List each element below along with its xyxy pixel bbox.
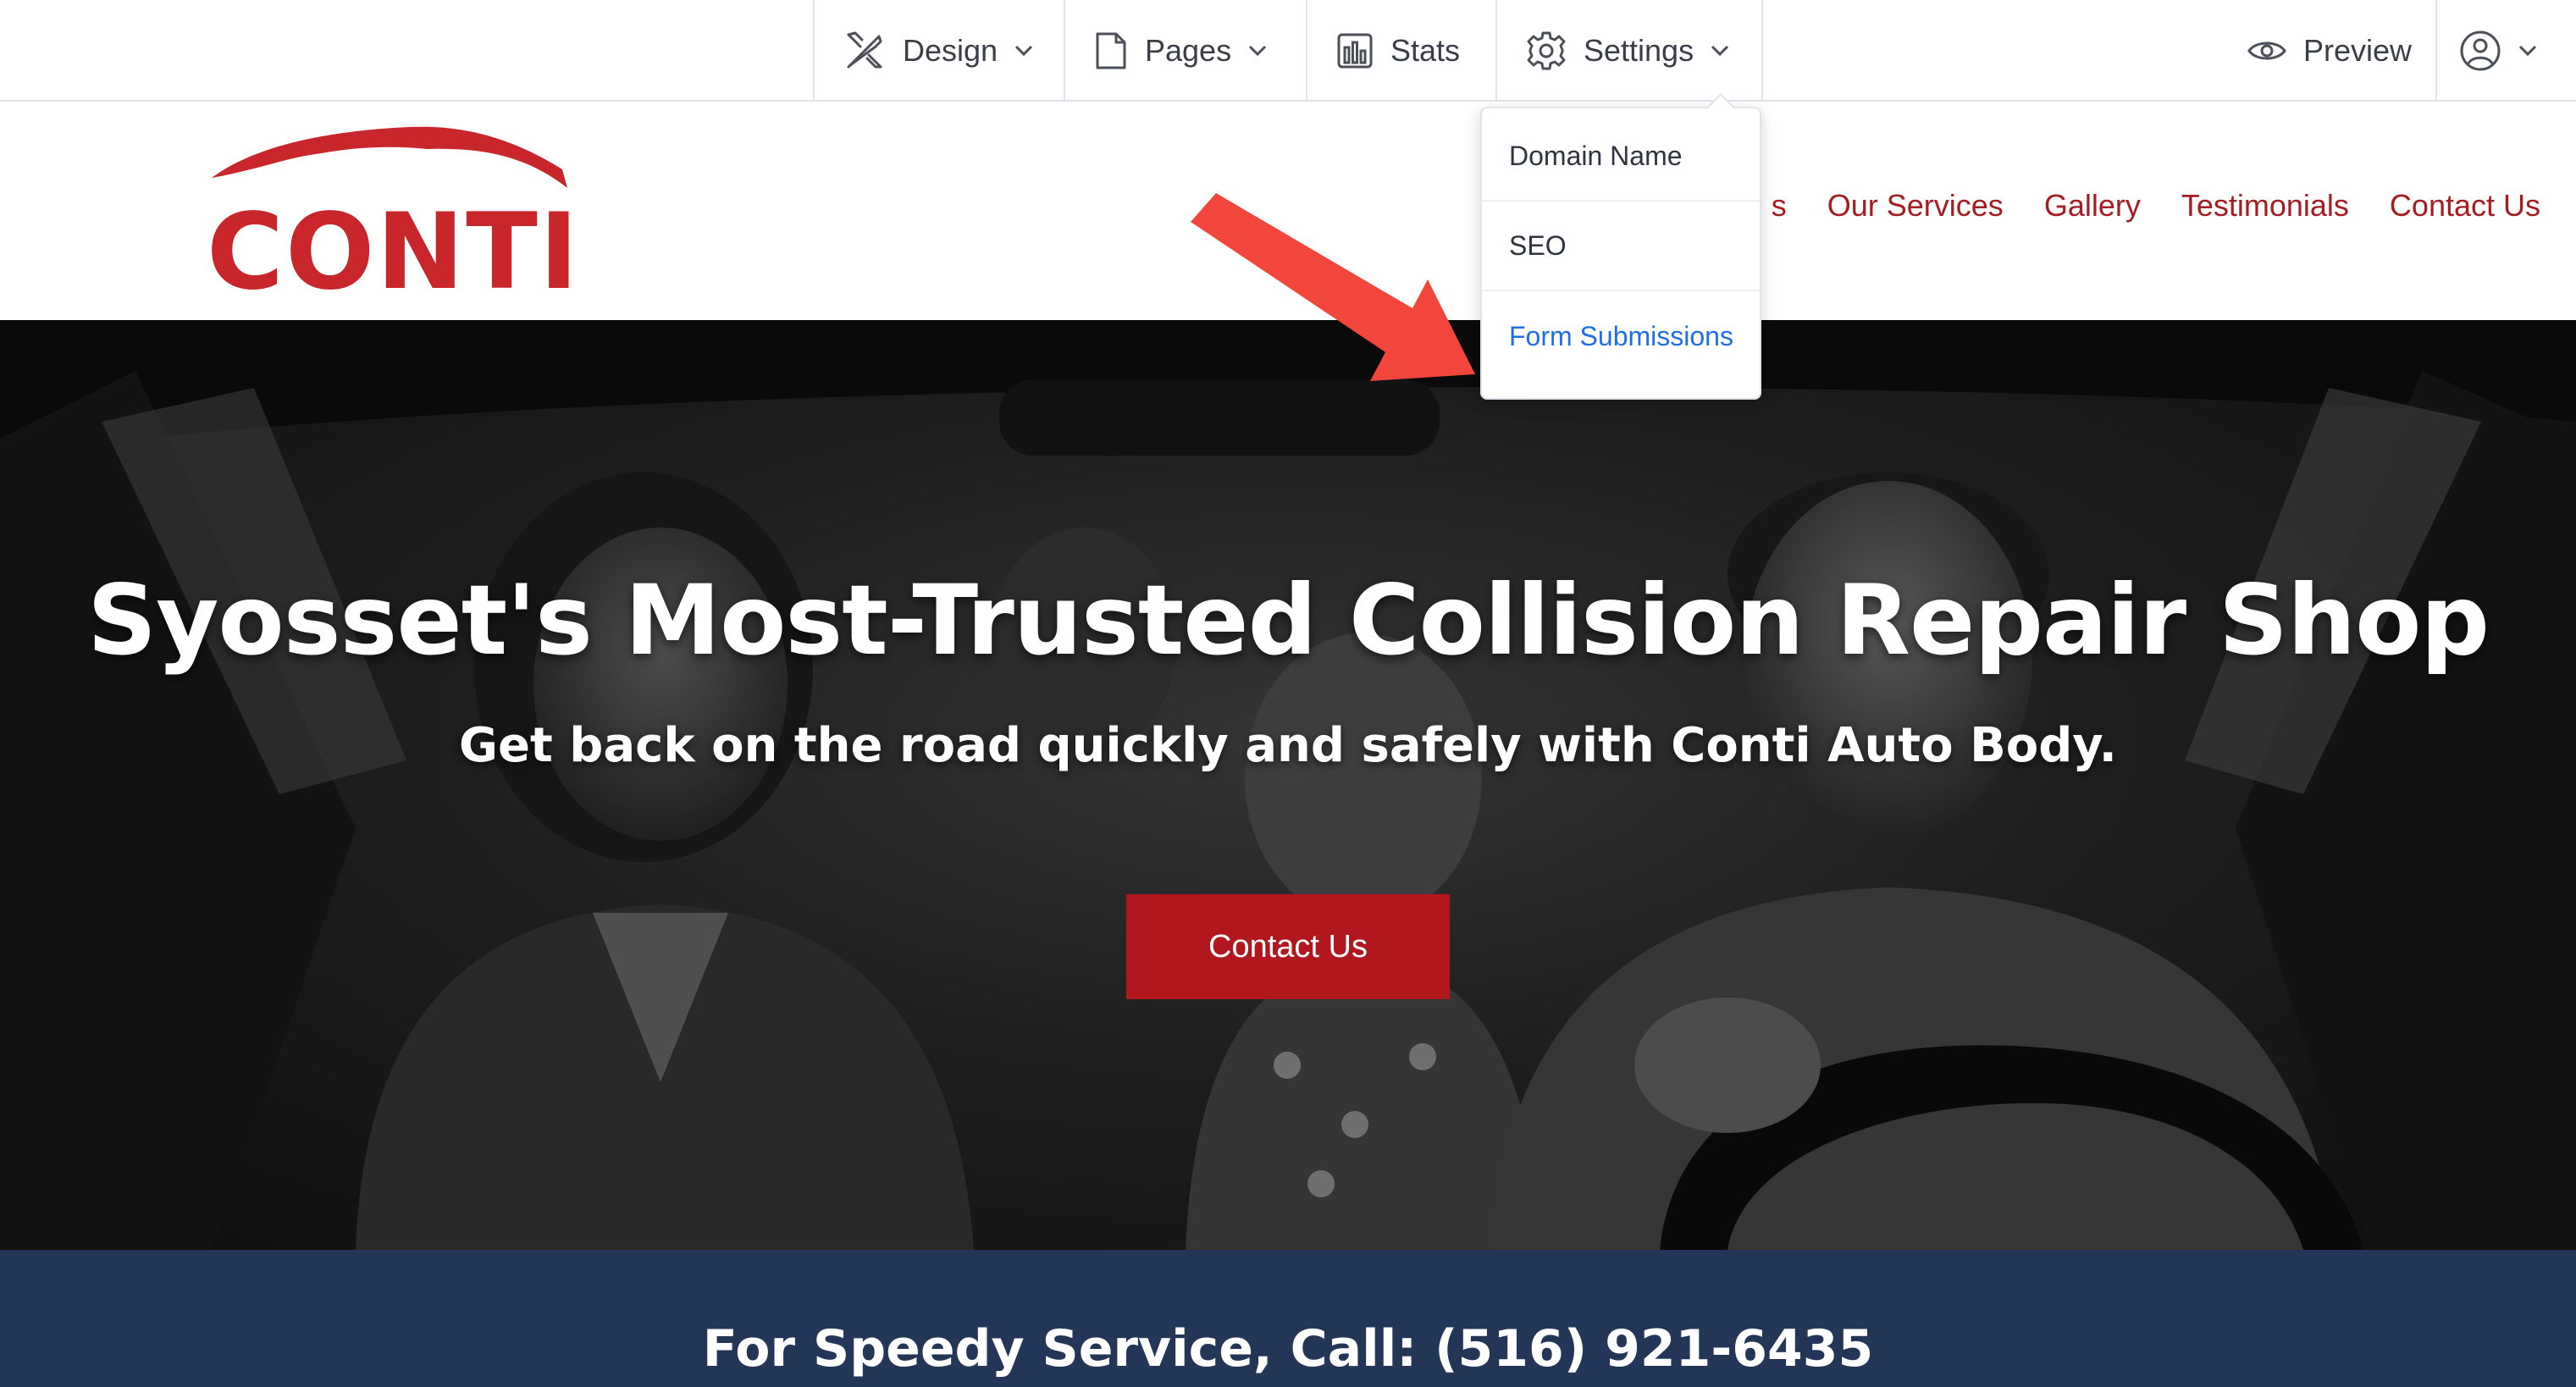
nav-item-gallery[interactable]: Gallery: [2044, 188, 2141, 224]
page-icon: [1094, 30, 1128, 71]
call-banner-text[interactable]: For Speedy Service, Call: (516) 921-6435: [0, 1319, 2576, 1379]
editor-toolbar: Design Pages Stats Settings Preview: [0, 0, 2576, 102]
design-tools-icon: [843, 30, 886, 72]
hero-subtitle: Get back on the road quickly and safely …: [459, 718, 2117, 773]
pages-label: Pages: [1145, 33, 1232, 68]
nav-item-our-services[interactable]: Our Services: [1827, 188, 2004, 224]
user-avatar-icon: [2459, 30, 2501, 72]
settings-menu-button[interactable]: Settings: [1495, 0, 1763, 102]
settings-dropdown-menu: Domain Name SEO Form Submissions: [1480, 93, 1761, 400]
hero-background-photo: [0, 320, 2576, 1250]
menu-item-domain-name[interactable]: Domain Name: [1482, 112, 1760, 202]
pages-menu-button[interactable]: Pages: [1064, 0, 1306, 102]
contact-us-button[interactable]: Contact Us: [1126, 894, 1450, 999]
preview-button[interactable]: Preview: [2219, 0, 2422, 102]
gear-icon: [1526, 30, 1567, 71]
chevron-down-icon: [1248, 45, 1267, 57]
menu-item-form-submissions[interactable]: Form Submissions: [1482, 291, 1760, 381]
chevron-down-icon: [1014, 45, 1033, 57]
hero-title: Syosset's Most-Trusted Collision Repair …: [86, 564, 2490, 677]
account-menu-button[interactable]: [2435, 0, 2576, 102]
stats-chart-icon: [1336, 32, 1374, 69]
chevron-down-icon: [2518, 45, 2537, 57]
settings-label: Settings: [1584, 33, 1694, 68]
nav-item-testimonials[interactable]: Testimonials: [2181, 188, 2349, 224]
design-menu-button[interactable]: Design: [813, 0, 1064, 102]
preview-label: Preview: [2303, 33, 2413, 68]
nav-item-contact-us[interactable]: Contact Us: [2390, 188, 2540, 224]
car-swoosh-icon: [212, 126, 567, 188]
hero-section: Syosset's Most-Trusted Collision Repair …: [0, 320, 2576, 1250]
eye-icon: [2247, 37, 2286, 64]
design-label: Design: [903, 33, 998, 68]
stats-label: Stats: [1390, 33, 1461, 68]
site-logo[interactable]: CONTI: [207, 119, 579, 305]
stats-button[interactable]: Stats: [1306, 0, 1495, 102]
chevron-down-icon: [1711, 45, 1729, 57]
menu-item-seo[interactable]: SEO: [1482, 202, 1760, 291]
call-banner: For Speedy Service, Call: (516) 921-6435: [0, 1250, 2576, 1387]
annotation-arrow-icon: [1191, 193, 1475, 381]
logo-wordmark: CONTI: [207, 191, 580, 313]
nav-item-partial[interactable]: s: [1772, 188, 1787, 224]
site-navigation: s Our Services Gallery Testimonials Cont…: [1772, 188, 2540, 224]
